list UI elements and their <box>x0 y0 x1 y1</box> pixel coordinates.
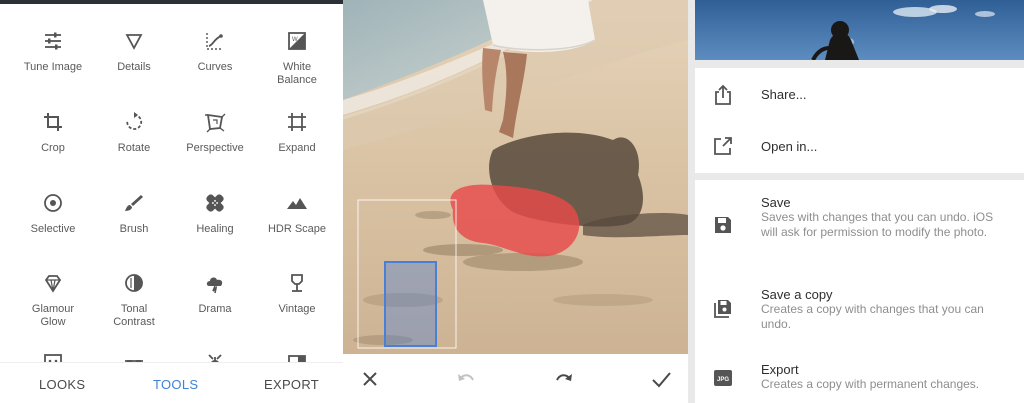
tool-label: Curves <box>197 61 233 73</box>
expand-icon <box>288 113 306 131</box>
tools-panel: Tune Image Details Curves W White Balanc… <box>0 0 343 403</box>
panel-top-bar <box>0 0 343 4</box>
share-menu-item[interactable]: Share... <box>695 68 1024 120</box>
tool-label: Crop <box>41 142 65 154</box>
tab-looks[interactable]: LOOKS <box>39 377 85 392</box>
save-copy-menu-item[interactable]: Save a copy Creates a copy with changes … <box>695 276 1024 342</box>
save-copy-icon <box>714 300 731 318</box>
jpg-icon: JPG <box>714 370 732 386</box>
tool-label: Vintage <box>278 303 316 315</box>
tool-hdr-scape[interactable]: HDR Scape <box>254 192 340 236</box>
export-menu-item[interactable]: JPG Export Creates a copy with permanent… <box>695 352 1024 403</box>
tool-glamour-glow[interactable]: Glamour Glow <box>10 272 96 329</box>
tool-label: Perspective <box>186 142 244 154</box>
rotate-icon <box>126 112 143 130</box>
open-in-icon <box>714 137 732 155</box>
photo-canvas[interactable] <box>343 0 688 354</box>
details-icon <box>125 34 143 50</box>
undo-icon[interactable] <box>455 368 477 390</box>
tool-label: Details <box>117 61 151 73</box>
photo-thumbnail <box>695 0 1024 60</box>
tool-label: Rotate <box>117 142 151 154</box>
tool-vintage[interactable]: Vintage <box>254 272 340 316</box>
drama-icon <box>206 277 223 294</box>
crop-icon <box>44 113 62 131</box>
tab-tools[interactable]: TOOLS <box>153 377 198 392</box>
open-in-menu-item[interactable]: Open in... <box>695 120 1024 172</box>
checkmark-icon[interactable] <box>650 368 672 390</box>
export-description: Creates a copy with permanent changes. <box>761 377 980 391</box>
healing-icon <box>206 194 224 212</box>
jpg-badge: JPG <box>717 377 729 383</box>
share-card: Share... Open in... <box>695 68 1024 173</box>
bottom-nav: LOOKS TOOLS EXPORT <box>0 362 343 403</box>
tool-label: White Balance <box>277 61 317 86</box>
tool-rotate[interactable]: Rotate <box>91 111 177 155</box>
tool-tonal-contrast[interactable]: Tonal Contrast <box>91 272 177 329</box>
share-icon <box>715 84 731 105</box>
tonal-contrast-icon <box>125 274 143 292</box>
tool-brush[interactable]: Brush <box>91 192 177 236</box>
glamour-glow-icon <box>44 275 62 293</box>
tab-export[interactable]: EXPORT <box>264 377 319 392</box>
tool-healing[interactable]: Healing <box>172 192 258 236</box>
tool-crop[interactable]: Crop <box>10 111 96 155</box>
tool-label: Drama <box>198 303 232 315</box>
tool-label: HDR Scape <box>267 223 327 235</box>
svg-text:W: W <box>292 37 298 43</box>
tune-image-icon <box>45 32 61 50</box>
tool-expand[interactable]: Expand <box>254 111 340 155</box>
close-icon[interactable] <box>359 368 381 390</box>
tool-label: Glamour Glow <box>31 303 75 328</box>
perspective-icon <box>205 113 226 133</box>
beach-photo <box>343 0 688 354</box>
save-description: Saves with changes that you can undo. iO… <box>761 210 994 239</box>
brush-icon <box>125 195 143 211</box>
curves-icon <box>206 33 223 50</box>
save-card: Save Saves with changes that you can und… <box>695 180 1024 403</box>
tool-label: Tune Image <box>23 61 83 73</box>
save-menu-item[interactable]: Save Saves with changes that you can und… <box>695 180 1024 266</box>
open-in-label: Open in... <box>761 139 818 154</box>
save-copy-label: Save a copy <box>761 287 833 302</box>
white-balance-icon: W <box>288 32 306 50</box>
tool-label: Brush <box>119 223 149 235</box>
tool-label: Tonal Contrast <box>113 303 155 328</box>
tool-tune-image[interactable]: Tune Image <box>10 30 96 74</box>
tool-label: Selective <box>30 223 76 235</box>
redo-icon[interactable] <box>553 368 575 390</box>
tool-label: Healing <box>196 223 234 235</box>
tool-perspective[interactable]: Perspective <box>172 111 258 155</box>
save-copy-description: Creates a copy with changes that you can… <box>761 302 984 331</box>
editor-toolbar <box>343 354 688 403</box>
save-icon <box>715 217 731 233</box>
export-label: Export <box>761 362 799 377</box>
selective-icon <box>44 194 62 212</box>
tool-curves[interactable]: Curves <box>172 30 258 74</box>
save-label: Save <box>761 195 791 210</box>
export-panel: Share... Open in... Save Saves with chan… <box>688 0 1024 403</box>
tool-details[interactable]: Details <box>91 30 177 74</box>
tool-drama[interactable]: Drama <box>172 272 258 316</box>
hdr-scape-icon <box>287 198 307 209</box>
tool-selective[interactable]: Selective <box>10 192 96 236</box>
tool-white-balance[interactable]: W White Balance <box>254 30 340 87</box>
vintage-icon <box>291 274 303 292</box>
share-label: Share... <box>761 87 807 102</box>
tool-label: Expand <box>278 142 316 154</box>
